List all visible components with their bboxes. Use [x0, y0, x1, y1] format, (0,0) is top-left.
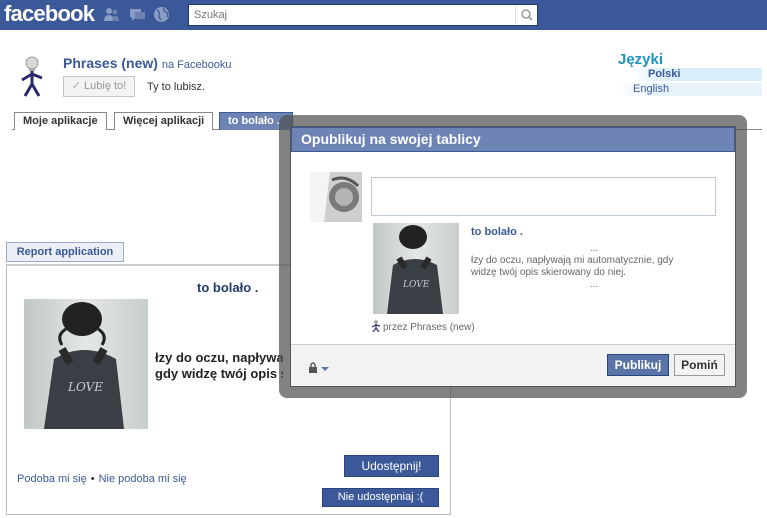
- dialog-title: Opublikuj na swojej tablicy: [291, 127, 735, 152]
- canvas-text-line1: łzy do oczu, napływają mi automatycznie,: [155, 350, 283, 365]
- post-body-line2: widzę twój opis skierowany do niej.: [471, 267, 627, 278]
- globe-icon[interactable]: [153, 6, 170, 23]
- like-page-button[interactable]: ✓ Lubię to!: [63, 76, 135, 97]
- post-dots-top: ...: [589, 243, 599, 254]
- separator-dot: •: [90, 473, 95, 485]
- app-figure-icon: [21, 56, 43, 97]
- messages-icon[interactable]: [129, 6, 146, 23]
- lock-icon: [309, 362, 317, 373]
- publish-button[interactable]: Publikuj: [607, 354, 669, 376]
- svg-text:LOVE: LOVE: [402, 280, 430, 290]
- report-application-button[interactable]: Report application: [6, 242, 124, 262]
- vote-links: Podoba mi się • Nie podoba mi się: [17, 473, 187, 485]
- chevron-down-icon: [321, 367, 329, 371]
- post-body-line1: łzy do oczu, napływają mi automatycznie,…: [471, 255, 674, 266]
- post-dots-bottom: ...: [589, 279, 599, 290]
- canvas-photo: LOVE: [24, 299, 148, 429]
- languages-heading: Języki: [618, 51, 664, 68]
- search-button[interactable]: [515, 5, 537, 25]
- post-via: przez Phrases (new): [371, 320, 475, 333]
- search-input[interactable]: [189, 5, 515, 25]
- app-title-suffix: na Facebooku: [161, 59, 232, 71]
- post-title[interactable]: to bolało .: [471, 226, 523, 238]
- friends-icon[interactable]: [103, 6, 120, 23]
- like-page-label: Lubię to!: [84, 80, 127, 92]
- privacy-selector[interactable]: [308, 362, 332, 377]
- dont-share-button[interactable]: Nie udostępniaj :(: [322, 488, 439, 507]
- post-body: ... łzy do oczu, napływają mi automatycz…: [471, 243, 717, 291]
- top-bar: facebook: [0, 0, 767, 30]
- dislike-link[interactable]: Nie podoba mi się: [99, 473, 187, 485]
- app-title[interactable]: Phrases (new) na Facebooku: [63, 55, 232, 71]
- message-input[interactable]: [371, 177, 716, 216]
- user-avatar: [310, 172, 362, 222]
- canvas-post-text: łzy do oczu, napływają mi automatycznie,…: [155, 350, 283, 382]
- check-icon: ✓: [71, 80, 81, 92]
- like-link[interactable]: Podoba mi się: [17, 473, 87, 485]
- app-name[interactable]: Phrases (new): [63, 55, 158, 71]
- publish-dialog: Opublikuj na swojej tablicy LOVE to bola…: [279, 115, 747, 398]
- share-button[interactable]: Udostępnij!: [344, 455, 439, 477]
- like-status-text: Ty to lubisz.: [147, 81, 206, 93]
- publish-dialog-body: Opublikuj na swojej tablicy LOVE to bola…: [290, 126, 736, 387]
- facebook-logo[interactable]: facebook: [4, 1, 95, 27]
- canvas-text-line2: gdy widzę twój opis skierowany do niej.: [155, 366, 283, 381]
- tab-my-apps[interactable]: Moje aplikacje: [14, 112, 107, 130]
- search-box[interactable]: [188, 4, 538, 26]
- canvas-post-title: to bolało .: [197, 280, 259, 295]
- svg-text:LOVE: LOVE: [67, 380, 103, 394]
- via-text[interactable]: przez Phrases (new): [383, 322, 475, 333]
- language-english[interactable]: English: [618, 83, 762, 96]
- post-photo: LOVE: [373, 223, 459, 314]
- skip-button[interactable]: Pomiń: [674, 354, 725, 376]
- search-icon: [521, 9, 533, 21]
- app-figure-icon: [371, 320, 381, 333]
- dialog-footer: Publikuj Pomiń: [291, 344, 735, 386]
- tab-more-apps[interactable]: Więcej aplikacji: [114, 112, 214, 130]
- language-polski[interactable]: Polski: [633, 68, 762, 81]
